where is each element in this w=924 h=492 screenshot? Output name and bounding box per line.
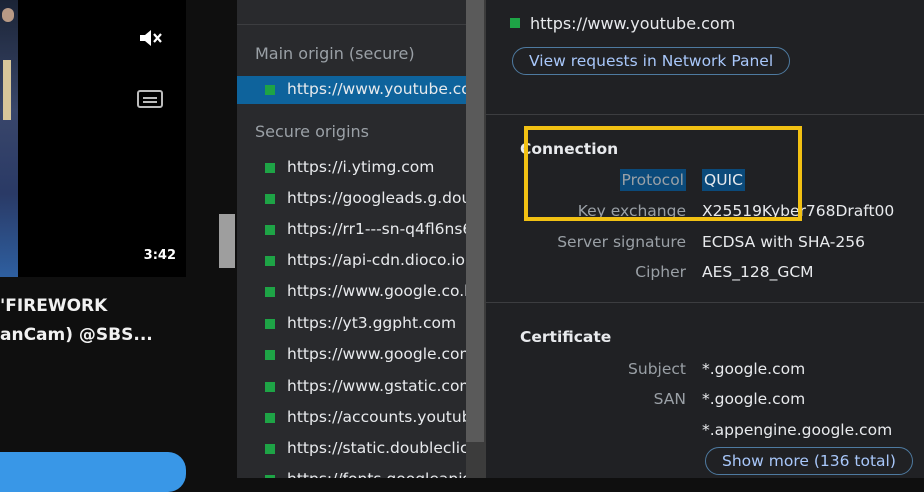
san-value: *.google.com	[702, 390, 806, 408]
secure-icon	[265, 413, 275, 423]
origin-item-label: https://www.google.co.kr	[287, 282, 466, 300]
origin-item[interactable]: https://api-cdn.dioco.io	[237, 247, 466, 275]
youtube-panel: 3:42 'FIREWORK anCam) @SBS...	[0, 0, 237, 492]
video-title-line2: anCam) @SBS...	[0, 325, 153, 345]
origin-item[interactable]: https://static.doubleclick.net	[237, 435, 466, 463]
secure-icon	[265, 225, 275, 235]
origin-item-label: https://fonts.googleapis.com	[287, 470, 466, 478]
origin-item-label: https://i.ytimg.com	[287, 158, 435, 176]
secure-icon	[265, 256, 275, 266]
secure-icon	[510, 18, 520, 28]
secure-icon	[265, 287, 275, 297]
subject-value: *.google.com	[702, 360, 806, 378]
secure-icon	[265, 163, 275, 173]
origin-item[interactable]: https://yt3.ggpht.com	[237, 310, 466, 338]
subject-label: Subject	[628, 360, 686, 378]
certificate-title: Certificate	[520, 328, 612, 346]
origin-item-label: https://www.google.com	[287, 345, 466, 363]
origin-item[interactable]: https://rr1---sn-q4fl6ns6.googlevideo.co…	[237, 216, 466, 244]
origin-details-panel: https://www.youtube.com View requests in…	[486, 0, 924, 478]
origin-item-label: https://googleads.g.doubleclick.net	[287, 189, 466, 207]
secure-icon	[265, 194, 275, 204]
captions-icon[interactable]	[137, 89, 163, 109]
origin-item[interactable]: https://www.google.com	[237, 341, 466, 369]
origin-item-label: https://www.youtube.com	[287, 80, 466, 98]
san-label: SAN	[653, 390, 686, 408]
origin-item-label: https://yt3.ggpht.com	[287, 314, 457, 332]
splitter-scrollbar[interactable]	[466, 0, 484, 442]
show-more-button[interactable]: Show more (136 total)	[705, 447, 913, 475]
origin-heading: https://www.youtube.com	[510, 14, 735, 33]
server-signature-label: Server signature	[557, 233, 686, 251]
secure-icon	[265, 85, 275, 95]
main-origin-header: Main origin (secure)	[255, 44, 415, 63]
video-duration-badge: 3:42	[139, 246, 180, 265]
sidebar-top-divider	[237, 0, 466, 25]
origin-heading-text: https://www.youtube.com	[530, 14, 736, 33]
secure-icon	[265, 350, 275, 360]
view-requests-button[interactable]: View requests in Network Panel	[512, 47, 791, 75]
section-divider	[486, 114, 924, 115]
video-thumbnail[interactable]: 3:42	[0, 0, 186, 277]
panel-splitter[interactable]	[466, 0, 486, 478]
security-origins-sidebar: Main origin (secure) https://www.youtube…	[237, 0, 466, 478]
origin-item-main[interactable]: https://www.youtube.com	[237, 76, 466, 104]
san-value: *.appengine.google.com	[702, 421, 893, 439]
origin-item[interactable]: https://www.google.co.kr	[237, 278, 466, 306]
mute-icon[interactable]	[137, 27, 163, 49]
origin-item[interactable]: https://i.ytimg.com	[237, 154, 466, 182]
cipher-label: Cipher	[635, 263, 686, 281]
secure-icon	[265, 319, 275, 329]
origin-item-label: https://www.gstatic.com	[287, 377, 466, 395]
origin-item-label: https://api-cdn.dioco.io	[287, 251, 465, 269]
video-title-line1: 'FIREWORK	[0, 296, 108, 316]
secure-icon	[265, 382, 275, 392]
cipher-value: AES_128_GCM	[702, 263, 814, 281]
origin-item-label: https://static.doubleclick.net	[287, 439, 466, 457]
video-frame	[0, 0, 18, 277]
origin-item[interactable]: https://googleads.g.doubleclick.net	[237, 185, 466, 213]
video-title[interactable]: 'FIREWORK anCam) @SBS...	[0, 292, 153, 350]
origin-item-label: https://accounts.youtube.com	[287, 408, 466, 426]
secure-icon	[265, 444, 275, 454]
annotation-highlight-box	[524, 126, 802, 221]
scrollbar-thumb[interactable]	[219, 214, 235, 268]
origin-item[interactable]: https://accounts.youtube.com	[237, 404, 466, 432]
origin-item[interactable]: https://fonts.googleapis.com	[237, 466, 466, 478]
server-signature-value: ECDSA with SHA-256	[702, 233, 865, 251]
origin-item[interactable]: https://www.gstatic.com	[237, 373, 466, 401]
subscribe-button[interactable]	[0, 452, 186, 492]
secure-origins-header: Secure origins	[255, 122, 369, 141]
origin-item-label: https://rr1---sn-q4fl6ns6.googlevideo.co…	[287, 220, 466, 238]
section-divider	[486, 302, 924, 303]
